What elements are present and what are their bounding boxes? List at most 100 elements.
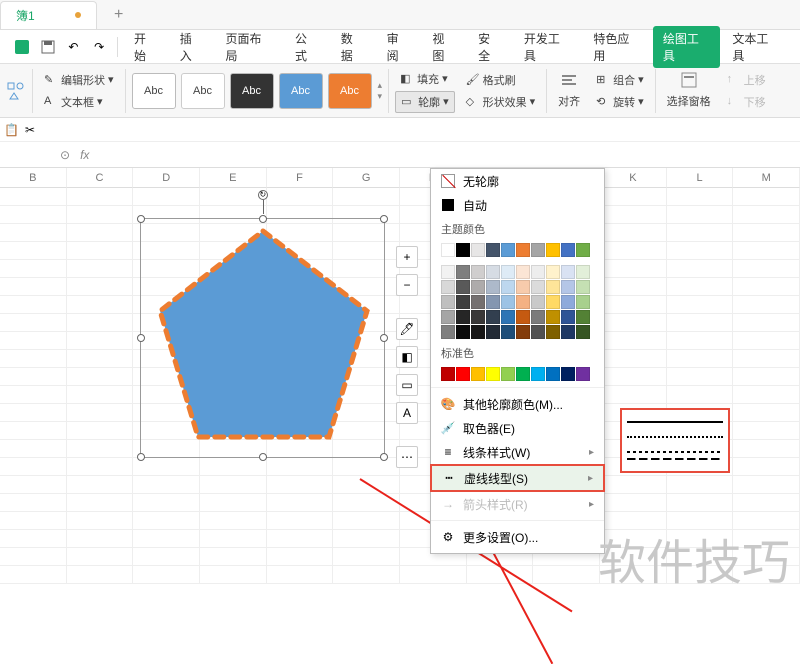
rotate-button[interactable]: ⟲旋转 ▾ (591, 92, 649, 112)
cell[interactable] (0, 368, 67, 385)
cell[interactable] (200, 476, 267, 493)
column-header[interactable]: M (733, 168, 800, 188)
cell[interactable] (0, 188, 67, 205)
cell[interactable] (200, 458, 267, 475)
style-preset-3[interactable]: Abc (230, 73, 274, 109)
color-swatch[interactable] (531, 295, 545, 309)
color-swatch[interactable] (576, 310, 590, 324)
cell[interactable] (733, 512, 800, 529)
cell[interactable] (67, 188, 134, 205)
cell[interactable] (667, 530, 734, 547)
cell[interactable] (200, 548, 267, 565)
cell[interactable] (600, 314, 667, 331)
cell[interactable] (0, 386, 67, 403)
cell[interactable] (667, 224, 734, 241)
menu-review[interactable]: 审阅 (377, 26, 421, 68)
cell[interactable] (600, 242, 667, 259)
cell[interactable] (333, 530, 400, 547)
menu-special[interactable]: 特色应用 (583, 26, 651, 68)
cell[interactable] (733, 296, 800, 313)
cell[interactable] (133, 494, 200, 511)
color-swatch[interactable] (576, 295, 590, 309)
column-header[interactable]: C (67, 168, 134, 188)
cell[interactable] (667, 260, 734, 277)
color-swatch[interactable] (441, 265, 455, 279)
cell[interactable] (0, 458, 67, 475)
color-swatch[interactable] (486, 243, 500, 257)
cell[interactable] (133, 458, 200, 475)
cell[interactable] (733, 386, 800, 403)
cell[interactable] (267, 188, 334, 205)
color-swatch[interactable] (471, 243, 485, 257)
cell[interactable] (600, 260, 667, 277)
cell[interactable] (733, 422, 800, 439)
color-swatch[interactable] (531, 325, 545, 339)
menu-insert[interactable]: 插入 (170, 26, 214, 68)
color-swatch[interactable] (531, 367, 545, 381)
cell[interactable] (0, 494, 67, 511)
cell[interactable] (67, 350, 134, 367)
color-swatch[interactable] (546, 243, 560, 257)
cell[interactable] (67, 458, 134, 475)
edit-shape-button[interactable]: ✎编辑形状 ▾ (39, 70, 119, 90)
cell[interactable] (0, 530, 67, 547)
color-swatch[interactable] (576, 280, 590, 294)
cell[interactable] (667, 494, 734, 511)
style-preset-5[interactable]: Abc (328, 73, 372, 109)
cell[interactable] (67, 566, 134, 583)
line-style[interactable]: ≡线条样式(W)▸ (431, 440, 604, 464)
color-swatch[interactable] (456, 325, 470, 339)
cell[interactable] (133, 476, 200, 493)
color-swatch[interactable] (471, 280, 485, 294)
color-swatch[interactable] (456, 280, 470, 294)
resize-handle[interactable] (380, 453, 388, 461)
cell[interactable] (67, 368, 134, 385)
cell[interactable] (0, 206, 67, 223)
cell[interactable] (67, 530, 134, 547)
cell[interactable] (600, 206, 667, 223)
cell[interactable] (133, 188, 200, 205)
cell[interactable] (200, 530, 267, 547)
fill-button[interactable]: ◧填充 ▾ (395, 69, 455, 89)
cell[interactable] (667, 242, 734, 259)
color-swatch[interactable] (441, 325, 455, 339)
name-box-icon[interactable]: ⊙ (60, 148, 70, 162)
cell[interactable] (667, 368, 734, 385)
style-preset-4[interactable]: Abc (279, 73, 323, 109)
eyedropper[interactable]: 💉取色器(E) (431, 416, 604, 440)
cell[interactable] (600, 566, 667, 583)
cell[interactable] (600, 386, 667, 403)
cell[interactable] (667, 314, 734, 331)
cell[interactable] (0, 314, 67, 331)
cell[interactable] (67, 296, 134, 313)
cell[interactable] (0, 440, 67, 457)
resize-handle[interactable] (259, 453, 267, 461)
menu-security[interactable]: 安全 (468, 26, 512, 68)
color-swatch[interactable] (561, 280, 575, 294)
cell[interactable] (667, 188, 734, 205)
color-swatch[interactable] (516, 280, 530, 294)
cell[interactable] (133, 566, 200, 583)
outline-button[interactable]: ▭轮廓 ▾ (395, 91, 455, 113)
floating-outline-button[interactable]: ▭ (396, 374, 418, 396)
cell[interactable] (667, 512, 734, 529)
color-swatch[interactable] (501, 280, 515, 294)
cell[interactable] (600, 278, 667, 295)
cell[interactable] (67, 548, 134, 565)
cell[interactable] (667, 296, 734, 313)
cell[interactable] (333, 566, 400, 583)
cell[interactable] (267, 566, 334, 583)
cell[interactable] (733, 548, 800, 565)
shape-style-gallery[interactable]: Abc Abc Abc Abc Abc (132, 73, 372, 109)
cell[interactable] (667, 332, 734, 349)
color-swatch[interactable] (516, 243, 530, 257)
cell[interactable] (0, 476, 67, 493)
color-swatch[interactable] (501, 295, 515, 309)
color-swatch[interactable] (456, 367, 470, 381)
color-swatch[interactable] (441, 367, 455, 381)
cell[interactable] (200, 566, 267, 583)
align-button[interactable]: 对齐 (553, 91, 585, 111)
cell[interactable] (67, 242, 134, 259)
select-pane-button[interactable]: 选择窗格 (662, 91, 716, 111)
color-swatch[interactable] (531, 265, 545, 279)
